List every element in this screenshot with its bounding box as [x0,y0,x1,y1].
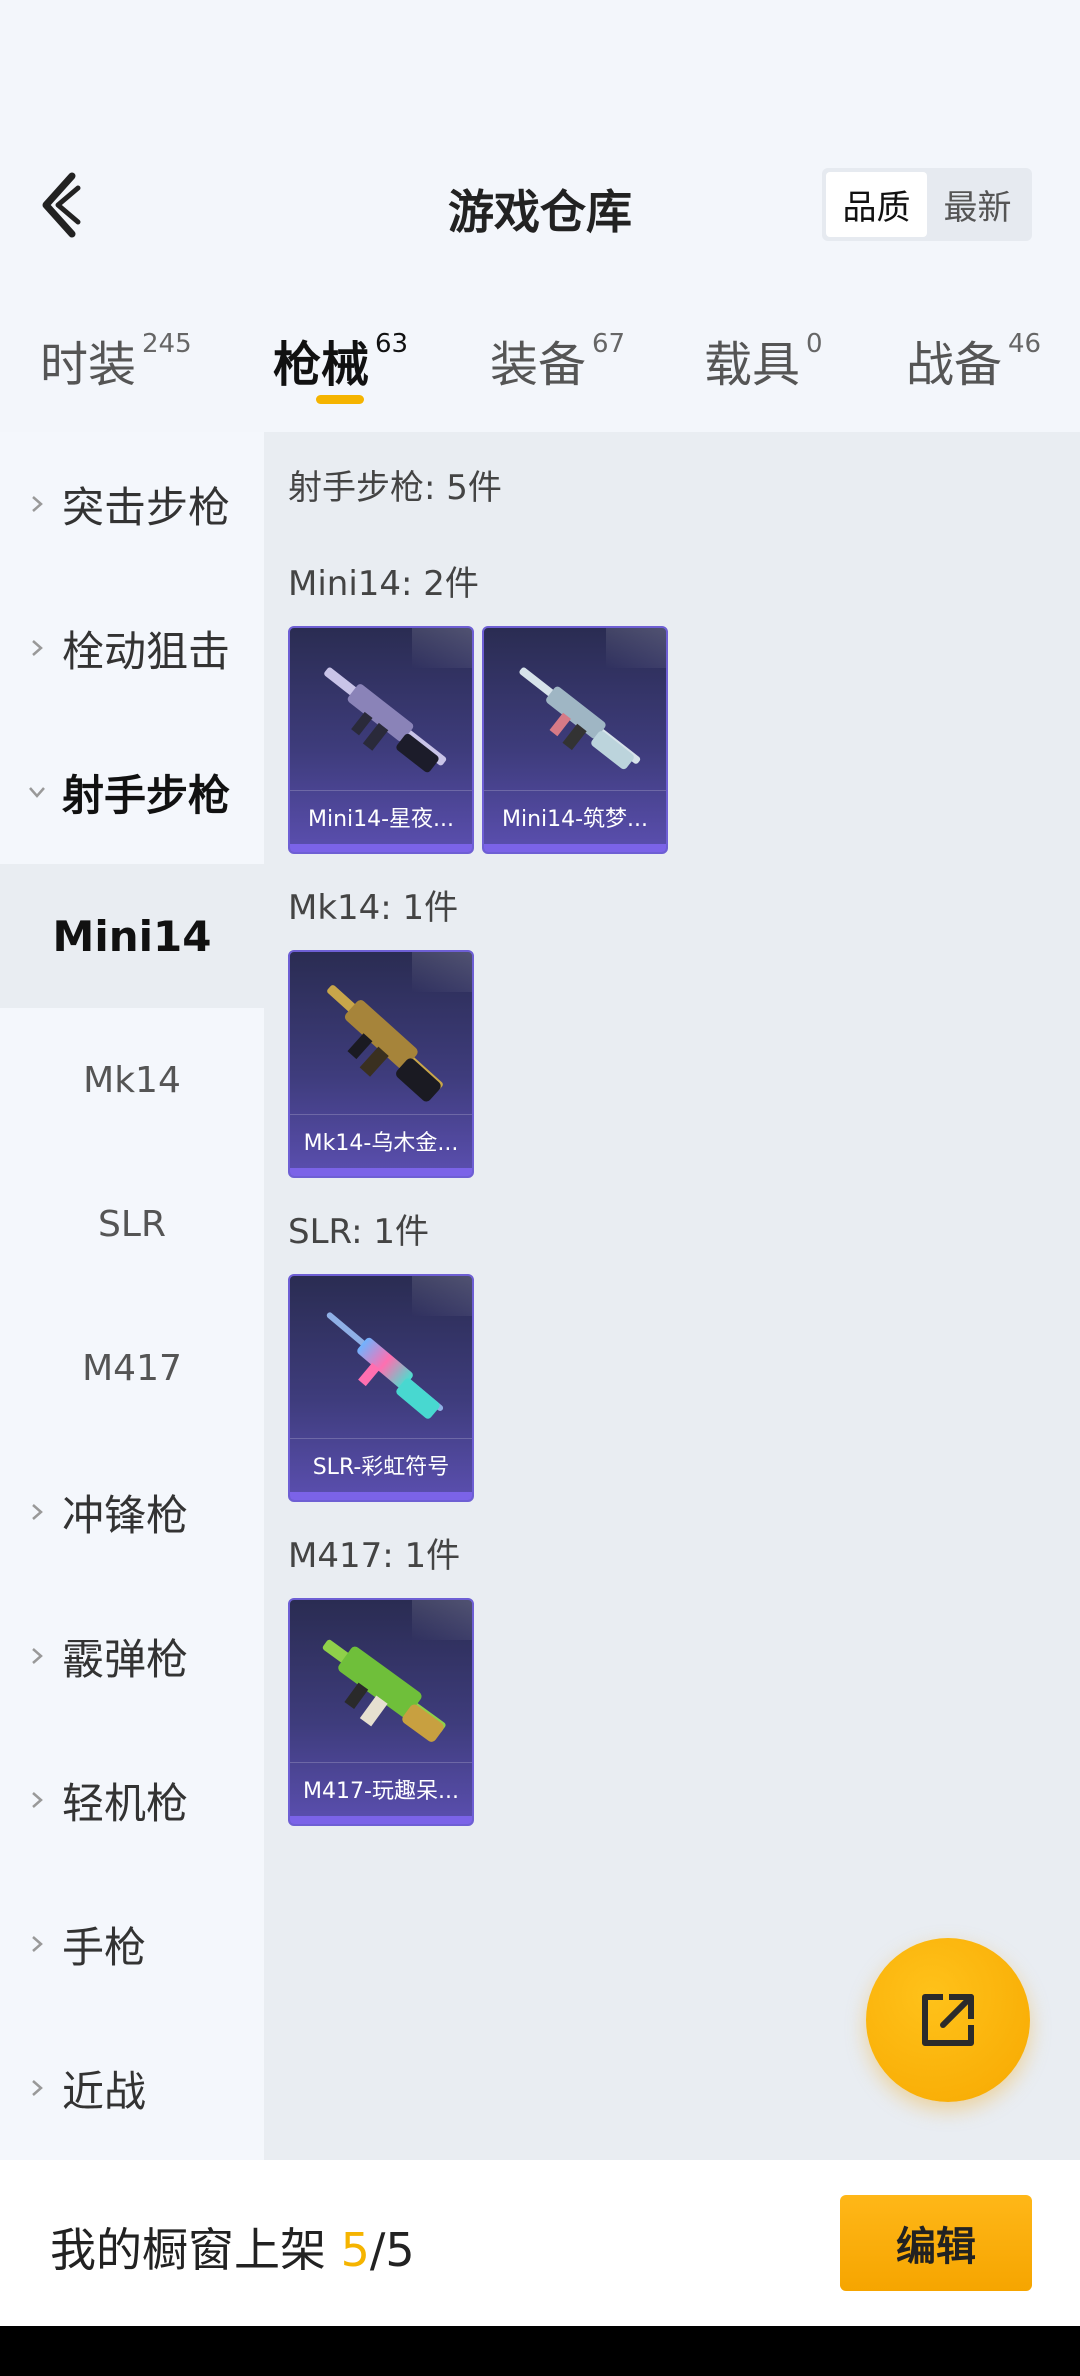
chevron-right-icon [32,496,43,512]
shelf-total: /5 [369,2223,415,2277]
category-tabs: 时装 245 枪械 63 装备 67 载具 0 战备 46 [0,315,1080,425]
sidebar-item-label: 轻机枪 [62,1778,189,1828]
chevron-right-icon [32,1792,43,1808]
bottom-bar: 我的橱窗上架 5/5 编辑 [0,2160,1080,2326]
sidebar-item-melee[interactable]: 近战 [0,2016,264,2160]
sort-option-latest[interactable]: 最新 [927,172,1028,237]
sidebar-item-marksman-rifle[interactable]: 射手步枪 [0,720,264,864]
sort-toggle: 品质 最新 [822,168,1032,241]
sidebar-subitem-m417[interactable]: M417 [0,1296,264,1440]
rifle-icon [327,985,443,1102]
chevron-right-icon [32,1936,43,1952]
item-card[interactable]: SLR-彩虹符号 [288,1274,474,1502]
item-card[interactable]: Mk14-乌木金... [288,950,474,1178]
tab-count: 63 [375,329,409,359]
tab-firearms[interactable]: 枪械 63 [273,325,408,395]
share-button[interactable] [866,1938,1030,2102]
system-nav-bar [0,2326,1080,2376]
tab-count: 0 [806,329,823,359]
tab-fashion[interactable]: 时装 245 [40,325,192,395]
sidebar-subitem-slr[interactable]: SLR [0,1152,264,1296]
sidebar-item-pistol[interactable]: 手枪 [0,1872,264,2016]
sidebar-item-label: 冲锋枪 [62,1490,189,1540]
sidebar-item-assault-rifle[interactable]: 突击步枪 [0,432,264,576]
tab-vehicles[interactable]: 载具 0 [704,325,823,395]
rifle-icon [326,1312,444,1419]
sidebar-item-lmg[interactable]: 轻机枪 [0,1728,264,1872]
chevron-right-icon [32,2080,43,2096]
sidebar: 突击步枪 栓动狙击 射手步枪 Mini14 Mk14 SLR M417 冲锋枪 … [0,432,264,2160]
chevron-right-icon [32,1648,43,1664]
item-label: SLR-彩虹符号 [290,1438,472,1490]
item-card[interactable]: Mini14-星夜... [288,626,474,854]
section-title: 射手步枪: 5件 [288,468,502,508]
sort-option-quality[interactable]: 品质 [826,172,927,237]
group-title: Mini14: 2件 [288,564,479,604]
group-title: M417: 1件 [288,1536,461,1576]
shelf-label: 我的橱窗上架 [50,2223,326,2277]
sidebar-subitem-mini14[interactable]: Mini14 [0,864,264,1008]
rarity-bar [290,844,472,852]
item-list: 射手步枪: 5件 Mini14: 2件 Mini14-星夜... Mini14-… [264,432,1080,2160]
chevron-right-icon [32,1504,43,1520]
rifle-icon [324,667,447,773]
tab-label: 载具 [704,337,801,393]
group-title: Mk14: 1件 [288,888,459,928]
tab-count: 46 [1008,329,1042,359]
sidebar-item-label: 射手步枪 [62,770,231,820]
item-label: Mini14-星夜... [290,790,472,842]
shelf-current-count: 5 [340,2223,370,2277]
item-card[interactable]: M417-玩趣呆... [288,1598,474,1826]
chevron-right-icon [32,640,43,656]
tab-count: 245 [142,329,192,359]
tab-label: 时装 [40,337,137,393]
item-label: Mini14-筑梦... [484,790,666,842]
sidebar-item-label: 突击步枪 [62,482,231,532]
sidebar-item-smg[interactable]: 冲锋枪 [0,1440,264,1584]
tab-count: 67 [592,329,626,359]
item-label: M417-玩趣呆... [290,1762,472,1814]
active-tab-indicator [316,395,364,404]
chevron-down-icon [29,787,45,798]
rifle-icon [519,667,641,770]
sidebar-item-label: 近战 [62,2066,147,2116]
rifle-icon [322,1639,446,1742]
rarity-bar [290,1492,472,1500]
tab-label: 装备 [490,337,587,393]
tab-label: 战备 [906,337,1003,393]
group-title: SLR: 1件 [288,1212,429,1252]
tab-supplies[interactable]: 战备 46 [906,325,1041,395]
tab-label: 枪械 [273,337,370,393]
item-card[interactable]: Mini14-筑梦... [482,626,668,854]
shelf-status: 我的橱窗上架 5/5 [50,2214,415,2280]
item-label: Mk14-乌木金... [290,1114,472,1166]
sidebar-subitem-mk14[interactable]: Mk14 [0,1008,264,1152]
sidebar-item-label: 手枪 [62,1922,147,1972]
sidebar-item-label: 霰弹枪 [62,1634,189,1684]
sidebar-item-bolt-sniper[interactable]: 栓动狙击 [0,576,264,720]
sidebar-item-label: 栓动狙击 [62,626,231,676]
edit-button[interactable]: 编辑 [840,2195,1032,2291]
share-icon [922,1994,974,2046]
rarity-bar [290,1816,472,1824]
rarity-bar [290,1168,472,1176]
sidebar-item-shotgun[interactable]: 霰弹枪 [0,1584,264,1728]
rarity-bar [484,844,666,852]
tab-equipment[interactable]: 装备 67 [490,325,625,395]
header: 游戏仓库 品质 最新 [0,0,1080,290]
